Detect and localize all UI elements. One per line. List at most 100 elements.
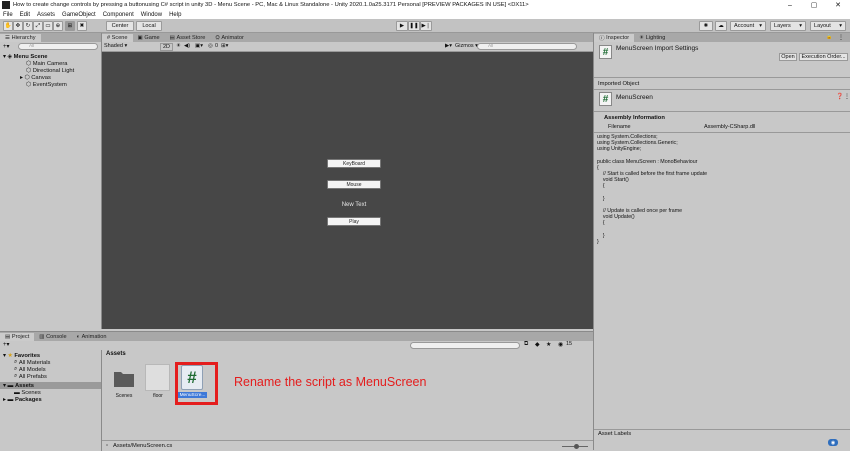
gameobject-icon: ⬡ xyxy=(26,60,32,67)
lighting-toggle-icon[interactable]: ☀ xyxy=(176,43,181,49)
gameobject-icon: ⬡ xyxy=(26,81,32,88)
menu-assets[interactable]: Assets xyxy=(37,12,55,18)
2d-toggle[interactable]: 2D xyxy=(160,43,174,51)
hierarchy-item-main-camera[interactable]: ⬡ Main Camera xyxy=(26,60,67,67)
menu-window[interactable]: Window xyxy=(141,12,162,18)
account-dropdown[interactable]: Account ▾ xyxy=(730,21,766,31)
script-file-icon[interactable]: # xyxy=(181,365,203,390)
asset-item-label-selected[interactable]: MenuScre... xyxy=(178,392,207,398)
labels-icon[interactable]: ◉ xyxy=(828,439,838,446)
tab-lighting[interactable]: ☀ Lighting xyxy=(634,34,670,42)
execution-order-button[interactable]: Execution Order... xyxy=(799,53,848,61)
rotate-tool-icon[interactable]: ↻ xyxy=(23,21,33,31)
eye-icon[interactable]: ◉ xyxy=(558,341,563,348)
transform-tool-icon[interactable]: ⊕ xyxy=(53,21,63,31)
tab-project[interactable]: ▤ Project xyxy=(0,333,35,341)
scene-row[interactable]: ▾ ◈ Menu Scene xyxy=(3,53,47,60)
filter-by-label-icon[interactable]: ◆ xyxy=(535,341,540,348)
hierarchy-tab-label: Hierarchy xyxy=(11,35,36,41)
grid-tool-icon[interactable]: ⊞ xyxy=(65,21,75,31)
hidden-objects-icon[interactable]: ◎ xyxy=(208,43,213,49)
search-placeholder: All xyxy=(488,44,494,49)
close-button[interactable]: ✕ xyxy=(826,0,850,10)
keyboard-button[interactable]: KeyBoard xyxy=(327,159,381,168)
tab-scene[interactable]: # Scene xyxy=(102,34,133,42)
packages-row[interactable]: ▸ ▬ Packages xyxy=(3,396,42,403)
tab-hierarchy[interactable]: ☰ Hierarchy xyxy=(0,34,41,42)
menu-help[interactable]: Help xyxy=(169,12,181,18)
scene-search-input[interactable]: All xyxy=(477,43,577,50)
folder-item-scenes[interactable]: ▬ Scenes xyxy=(14,389,41,396)
hierarchy-search-input[interactable]: All xyxy=(18,43,98,50)
menu-component[interactable]: Component xyxy=(103,12,134,18)
play-menu-button[interactable]: Play xyxy=(327,217,381,226)
audio-toggle-icon[interactable]: ◀) xyxy=(184,43,190,49)
expand-arrow-icon[interactable]: ▸ xyxy=(3,397,6,403)
asset-store-tab-label: Asset Store xyxy=(176,35,206,41)
favorite-item-materials[interactable]: ⌕ All Materials xyxy=(14,359,50,366)
shading-dropdown[interactable]: Shaded ▾ xyxy=(104,43,127,49)
layout-dropdown[interactable]: Layout ▾ xyxy=(810,21,846,31)
pivot-local-toggle[interactable]: Local xyxy=(136,21,162,31)
project-search-input[interactable] xyxy=(410,342,520,349)
mouse-button[interactable]: Mouse xyxy=(327,180,381,189)
collab-icon[interactable]: ✺ xyxy=(699,21,713,31)
panel-menu-icon[interactable]: ⋮ xyxy=(838,34,844,41)
minimize-button[interactable]: – xyxy=(778,0,802,10)
tab-game[interactable]: ▣ Game xyxy=(133,34,165,42)
hierarchy-item-directional-light[interactable]: ⬡ Directional Light xyxy=(26,67,74,74)
folder-icon: ▬ xyxy=(7,382,14,389)
material-thumbnail[interactable] xyxy=(145,364,170,391)
tab-inspector[interactable]: ⓘ Inspector xyxy=(594,34,635,42)
chevron-down-icon: ▾ xyxy=(799,23,802,29)
tab-animation[interactable]: ◐ Animation xyxy=(72,333,112,341)
menu-gameobject[interactable]: GameObject xyxy=(62,12,96,18)
create-plus-icon[interactable]: +▾ xyxy=(3,341,10,348)
scene-tabstrip: # Scene ▣ Game ▤ Asset Store ⛭ Animator xyxy=(102,33,593,42)
expand-arrow-icon[interactable]: ▾ xyxy=(3,353,6,359)
component-menu-icon[interactable]: ⋮ xyxy=(844,93,850,100)
favorite-star-icon[interactable]: ★ xyxy=(546,341,551,348)
create-plus-icon[interactable]: +▾ xyxy=(3,43,10,50)
open-button[interactable]: Open xyxy=(779,53,797,61)
step-button[interactable]: ▶❘ xyxy=(420,21,432,31)
scale-tool-icon[interactable]: ⤢ xyxy=(33,21,43,31)
folder-icon[interactable] xyxy=(113,368,135,388)
filter-by-type-icon[interactable]: ⧉ xyxy=(524,341,528,348)
favorites-row[interactable]: ▾ ★ Favorites xyxy=(3,352,40,359)
title-bar: How to create change controls by pressin… xyxy=(0,0,850,10)
gizmos-dropdown[interactable]: Gizmos ▾ xyxy=(455,43,478,49)
pivot-center-toggle[interactable]: Center xyxy=(106,21,134,31)
layers-dropdown[interactable]: Layers ▾ xyxy=(770,21,806,31)
effects-dropdown-icon[interactable]: ▣▾ xyxy=(195,43,203,49)
maximize-button[interactable]: ▢ xyxy=(802,0,826,10)
expand-arrow-icon[interactable]: ▸ xyxy=(20,75,23,81)
cloud-icon[interactable]: ☁ xyxy=(715,21,727,31)
tab-asset-store[interactable]: ▤ Asset Store xyxy=(165,34,211,42)
assets-label: Assets xyxy=(14,382,34,389)
tab-console[interactable]: ▥ Console xyxy=(34,333,71,341)
camera-settings-icon[interactable]: ▶▾ xyxy=(445,43,452,49)
tab-animator[interactable]: ⛭ Animator xyxy=(210,34,248,42)
assets-row[interactable]: ▾ ▬ Assets xyxy=(3,382,34,389)
zoom-slider-handle[interactable] xyxy=(574,444,579,449)
custom-tool-icon[interactable]: ✖ xyxy=(77,21,87,31)
breadcrumb[interactable]: Assets xyxy=(106,351,126,357)
grid-toggle-icon[interactable]: ⊞▾ xyxy=(221,43,228,49)
play-button[interactable]: ▶ xyxy=(396,21,408,31)
menu-edit[interactable]: Edit xyxy=(20,12,30,18)
favorite-item-models[interactable]: ⌕ All Models xyxy=(14,366,46,373)
favorite-item-prefabs[interactable]: ⌕ All Prefabs xyxy=(14,373,47,380)
menu-file[interactable]: File xyxy=(3,12,13,18)
hierarchy-item-eventsystem[interactable]: ⬡ EventSystem xyxy=(26,81,67,88)
help-icon[interactable]: ❓ xyxy=(836,93,843,100)
expand-arrow-icon[interactable]: ▾ xyxy=(3,54,6,60)
hand-tool-icon[interactable]: ✋ xyxy=(3,21,13,31)
hierarchy-item-canvas[interactable]: ▸ ⬡ Canvas xyxy=(20,74,51,81)
pause-button[interactable]: ❚❚ xyxy=(408,21,420,31)
expand-arrow-icon[interactable]: ▾ xyxy=(3,383,6,389)
rect-tool-icon[interactable]: ▭ xyxy=(43,21,53,31)
lock-icon[interactable]: 🔒 xyxy=(826,34,832,40)
move-tool-icon[interactable]: ✥ xyxy=(13,21,23,31)
scene-view[interactable]: KeyBoard Mouse New Text Play xyxy=(102,52,593,329)
